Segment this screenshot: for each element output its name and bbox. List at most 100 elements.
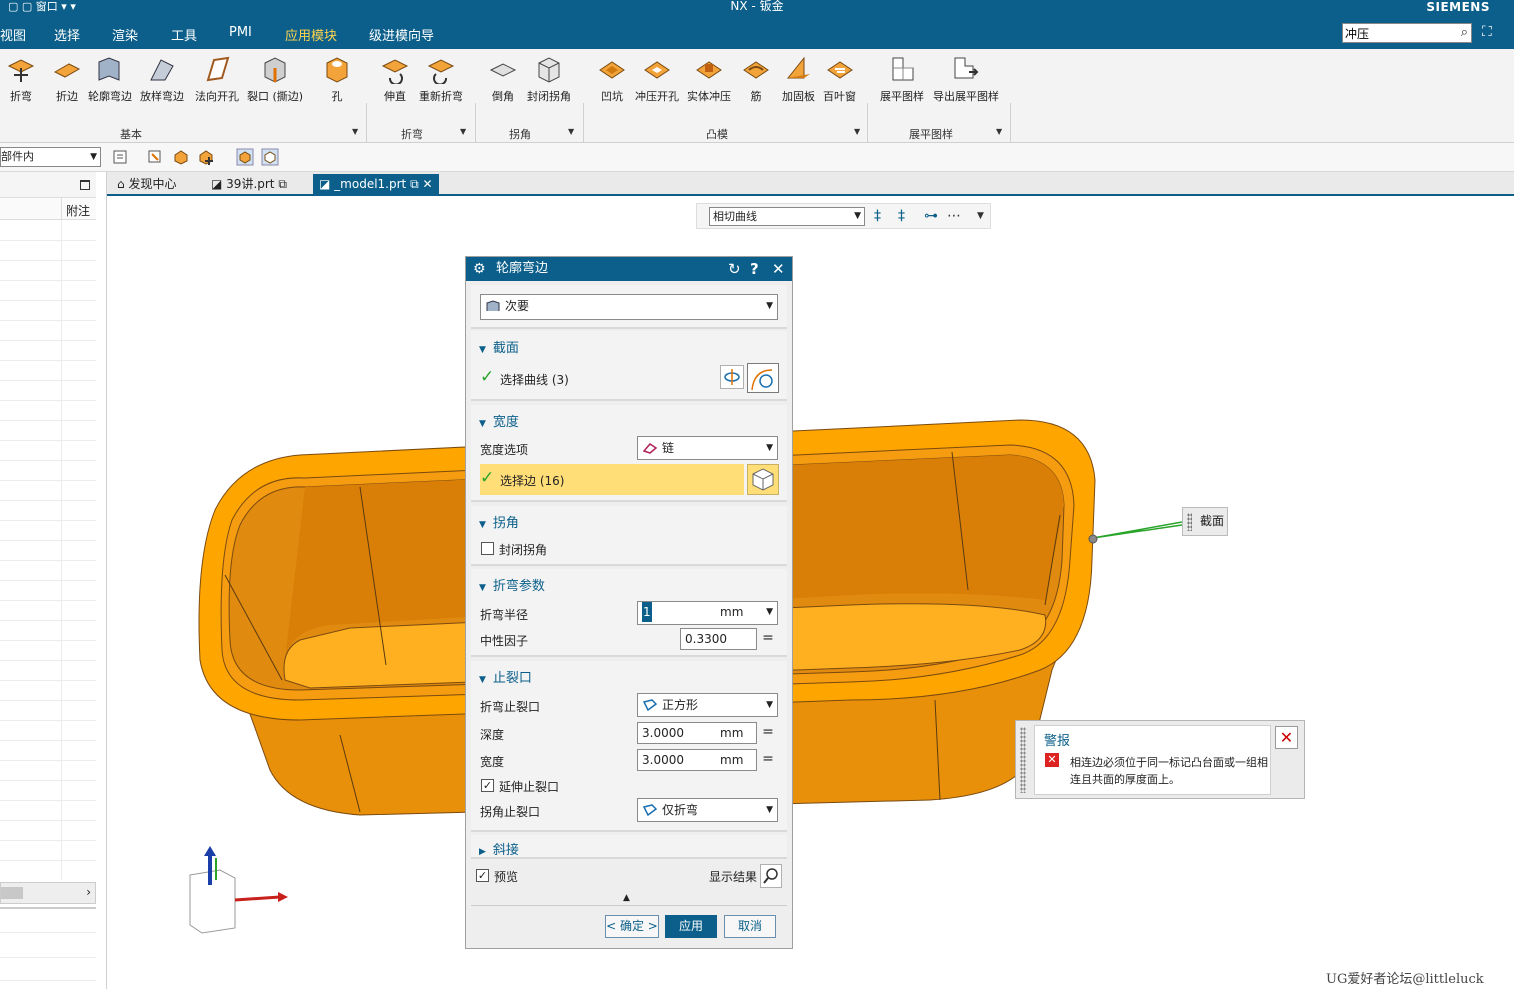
list-item[interactable] bbox=[0, 280, 96, 281]
horizontal-scrollbar[interactable]: › bbox=[0, 882, 96, 904]
list-item[interactable] bbox=[0, 240, 96, 241]
solid-punch-button[interactable]: 实体冲压 bbox=[687, 54, 731, 104]
list-item[interactable] bbox=[0, 400, 96, 401]
curve-button[interactable] bbox=[747, 363, 779, 393]
curve-rule-dropdown[interactable]: 相切曲线 ▼ bbox=[709, 207, 865, 226]
tab-discovery-center[interactable]: ⌂ 发现中心 bbox=[111, 174, 182, 194]
list-item[interactable] bbox=[0, 260, 96, 261]
fullscreen-icon[interactable]: ⛶ bbox=[1482, 24, 1492, 40]
chevron-down-icon[interactable]: ▼ bbox=[977, 211, 984, 221]
follow-fillet-icon[interactable]: ‡ bbox=[898, 208, 905, 224]
grip-icon[interactable] bbox=[1187, 513, 1192, 531]
list-item[interactable] bbox=[0, 740, 96, 741]
list-item[interactable] bbox=[0, 320, 96, 321]
chevron-down-icon[interactable]: ▼ bbox=[460, 127, 466, 136]
list-item[interactable] bbox=[0, 420, 96, 421]
list-item[interactable] bbox=[0, 340, 96, 341]
flange-button[interactable]: 折边 bbox=[52, 54, 82, 104]
contour-flange-button[interactable]: 轮廓弯边 bbox=[88, 54, 132, 104]
normal-cutout-button[interactable]: 法向开孔 bbox=[195, 54, 239, 104]
lofted-flange-button[interactable]: 放样弯边 bbox=[140, 54, 184, 104]
ok-button[interactable]: < 确定 > bbox=[605, 915, 659, 938]
gear-icon[interactable]: ⚙ bbox=[473, 257, 486, 281]
command-search-input[interactable] bbox=[1343, 24, 1449, 42]
stop-at-intersection-icon[interactable]: ‡ bbox=[874, 208, 881, 224]
extend-relief-checkbox[interactable]: ✓ bbox=[481, 779, 494, 792]
dialog-titlebar[interactable]: ⚙ 轮廓弯边 ↻ ? ✕ bbox=[466, 257, 792, 281]
select-body-icon[interactable] bbox=[172, 148, 190, 166]
close-icon[interactable]: ✕ bbox=[772, 257, 785, 281]
dimple-button[interactable]: 凹坑 bbox=[597, 54, 627, 104]
chevron-down-icon[interactable]: ▼ bbox=[854, 127, 860, 136]
neutral-factor-input[interactable]: 0.3300 bbox=[680, 628, 757, 650]
menu-select[interactable]: 选择 bbox=[54, 25, 80, 44]
select-wireframe-icon[interactable] bbox=[261, 148, 279, 166]
bend-parameters-header[interactable]: ▼ 折弯参数 bbox=[479, 575, 545, 594]
chain-within-feature-icon[interactable]: ⊶ bbox=[924, 208, 938, 224]
selection-scope-dropdown[interactable]: 部件内 ▼ bbox=[0, 147, 101, 167]
unbend-button[interactable]: 伸直 bbox=[380, 54, 410, 104]
close-corner-checkbox[interactable] bbox=[481, 542, 494, 555]
select-feature-icon[interactable] bbox=[146, 148, 164, 166]
collapse-icon[interactable]: ▲ bbox=[623, 893, 630, 903]
preview-checkbox[interactable]: ✓ bbox=[476, 869, 489, 882]
list-item[interactable] bbox=[0, 640, 96, 641]
menu-view[interactable]: 视图 bbox=[0, 25, 26, 44]
more-icon[interactable]: ⋯ bbox=[947, 208, 961, 224]
bend-relief-dropdown[interactable]: 正方形 ▼ bbox=[637, 693, 778, 717]
list-item[interactable] bbox=[0, 860, 96, 861]
bend-radius-input[interactable]: 1 mm ▼ bbox=[637, 601, 778, 625]
list-item[interactable] bbox=[0, 300, 96, 301]
list-item[interactable] bbox=[0, 360, 96, 361]
rip-button[interactable]: 裂口 (撕边) bbox=[247, 54, 303, 104]
show-result-button[interactable] bbox=[760, 864, 782, 888]
command-search[interactable]: ⌕ bbox=[1342, 23, 1472, 43]
help-icon[interactable]: ? bbox=[750, 257, 759, 281]
list-item[interactable] bbox=[0, 580, 96, 581]
list-item[interactable] bbox=[0, 720, 96, 721]
formula-button[interactable]: = bbox=[758, 749, 778, 771]
chevron-down-icon[interactable]: ▼ bbox=[568, 127, 574, 136]
chevron-down-icon[interactable]: ▼ bbox=[996, 127, 1002, 136]
list-item[interactable] bbox=[0, 460, 96, 461]
list-item[interactable] bbox=[0, 540, 96, 541]
model-view[interactable] bbox=[107, 198, 1514, 989]
select-edge-row[interactable]: ✓ 选择边 (16) bbox=[480, 464, 744, 495]
column-divider[interactable] bbox=[61, 198, 62, 220]
graphics-window[interactable] bbox=[107, 198, 1514, 989]
bead-button[interactable]: 筋 bbox=[741, 54, 771, 104]
list-item[interactable] bbox=[0, 500, 96, 501]
list-item[interactable] bbox=[0, 560, 96, 561]
list-item[interactable] bbox=[0, 520, 96, 521]
gusset-button[interactable]: 加固板 bbox=[782, 54, 815, 104]
chevron-down-icon[interactable]: ▼ bbox=[352, 127, 358, 136]
list-item[interactable] bbox=[0, 800, 96, 801]
drawn-cutout-button[interactable]: 冲压开孔 bbox=[635, 54, 679, 104]
corner-relief-dropdown[interactable]: 仅折弯 ▼ bbox=[637, 798, 778, 822]
list-item[interactable] bbox=[0, 680, 96, 681]
flat-pattern-button[interactable]: 展平图样 bbox=[880, 54, 924, 104]
hole-button[interactable]: 孔 bbox=[322, 54, 352, 104]
depth-input[interactable]: 3.0000 mm bbox=[637, 722, 757, 744]
search-icon[interactable]: ⌕ bbox=[1461, 25, 1468, 40]
select-curve-label[interactable]: 选择曲线 (3) bbox=[500, 371, 569, 388]
filter-icon[interactable] bbox=[112, 148, 130, 166]
list-item[interactable] bbox=[0, 780, 96, 781]
corner-header[interactable]: ▼ 拐角 bbox=[479, 512, 519, 531]
relief-header[interactable]: ▼ 止裂口 bbox=[479, 667, 532, 686]
section-header[interactable]: ▼ 截面 bbox=[479, 337, 519, 356]
list-item[interactable] bbox=[0, 620, 96, 621]
close-icon[interactable]: ✕ bbox=[1275, 726, 1298, 749]
chevron-right-icon[interactable]: › bbox=[86, 885, 91, 899]
closed-corner-button[interactable]: 封闭拐角 bbox=[527, 54, 571, 104]
chamfer-button[interactable]: 倒角 bbox=[488, 54, 518, 104]
menu-render[interactable]: 渲染 bbox=[112, 25, 138, 44]
menu-tools[interactable]: 工具 bbox=[171, 25, 197, 44]
select-edge-button[interactable] bbox=[747, 464, 779, 495]
sketch-section-button[interactable] bbox=[720, 365, 744, 389]
width-header[interactable]: ▼ 宽度 bbox=[479, 411, 519, 430]
chevron-down-icon[interactable]: ▼ bbox=[766, 602, 773, 622]
section-point[interactable] bbox=[1088, 534, 1098, 544]
tab-model1[interactable]: ◪ _model1.prt ⧉ ✕ bbox=[313, 174, 439, 194]
bend-button[interactable]: 折弯 bbox=[6, 54, 36, 104]
